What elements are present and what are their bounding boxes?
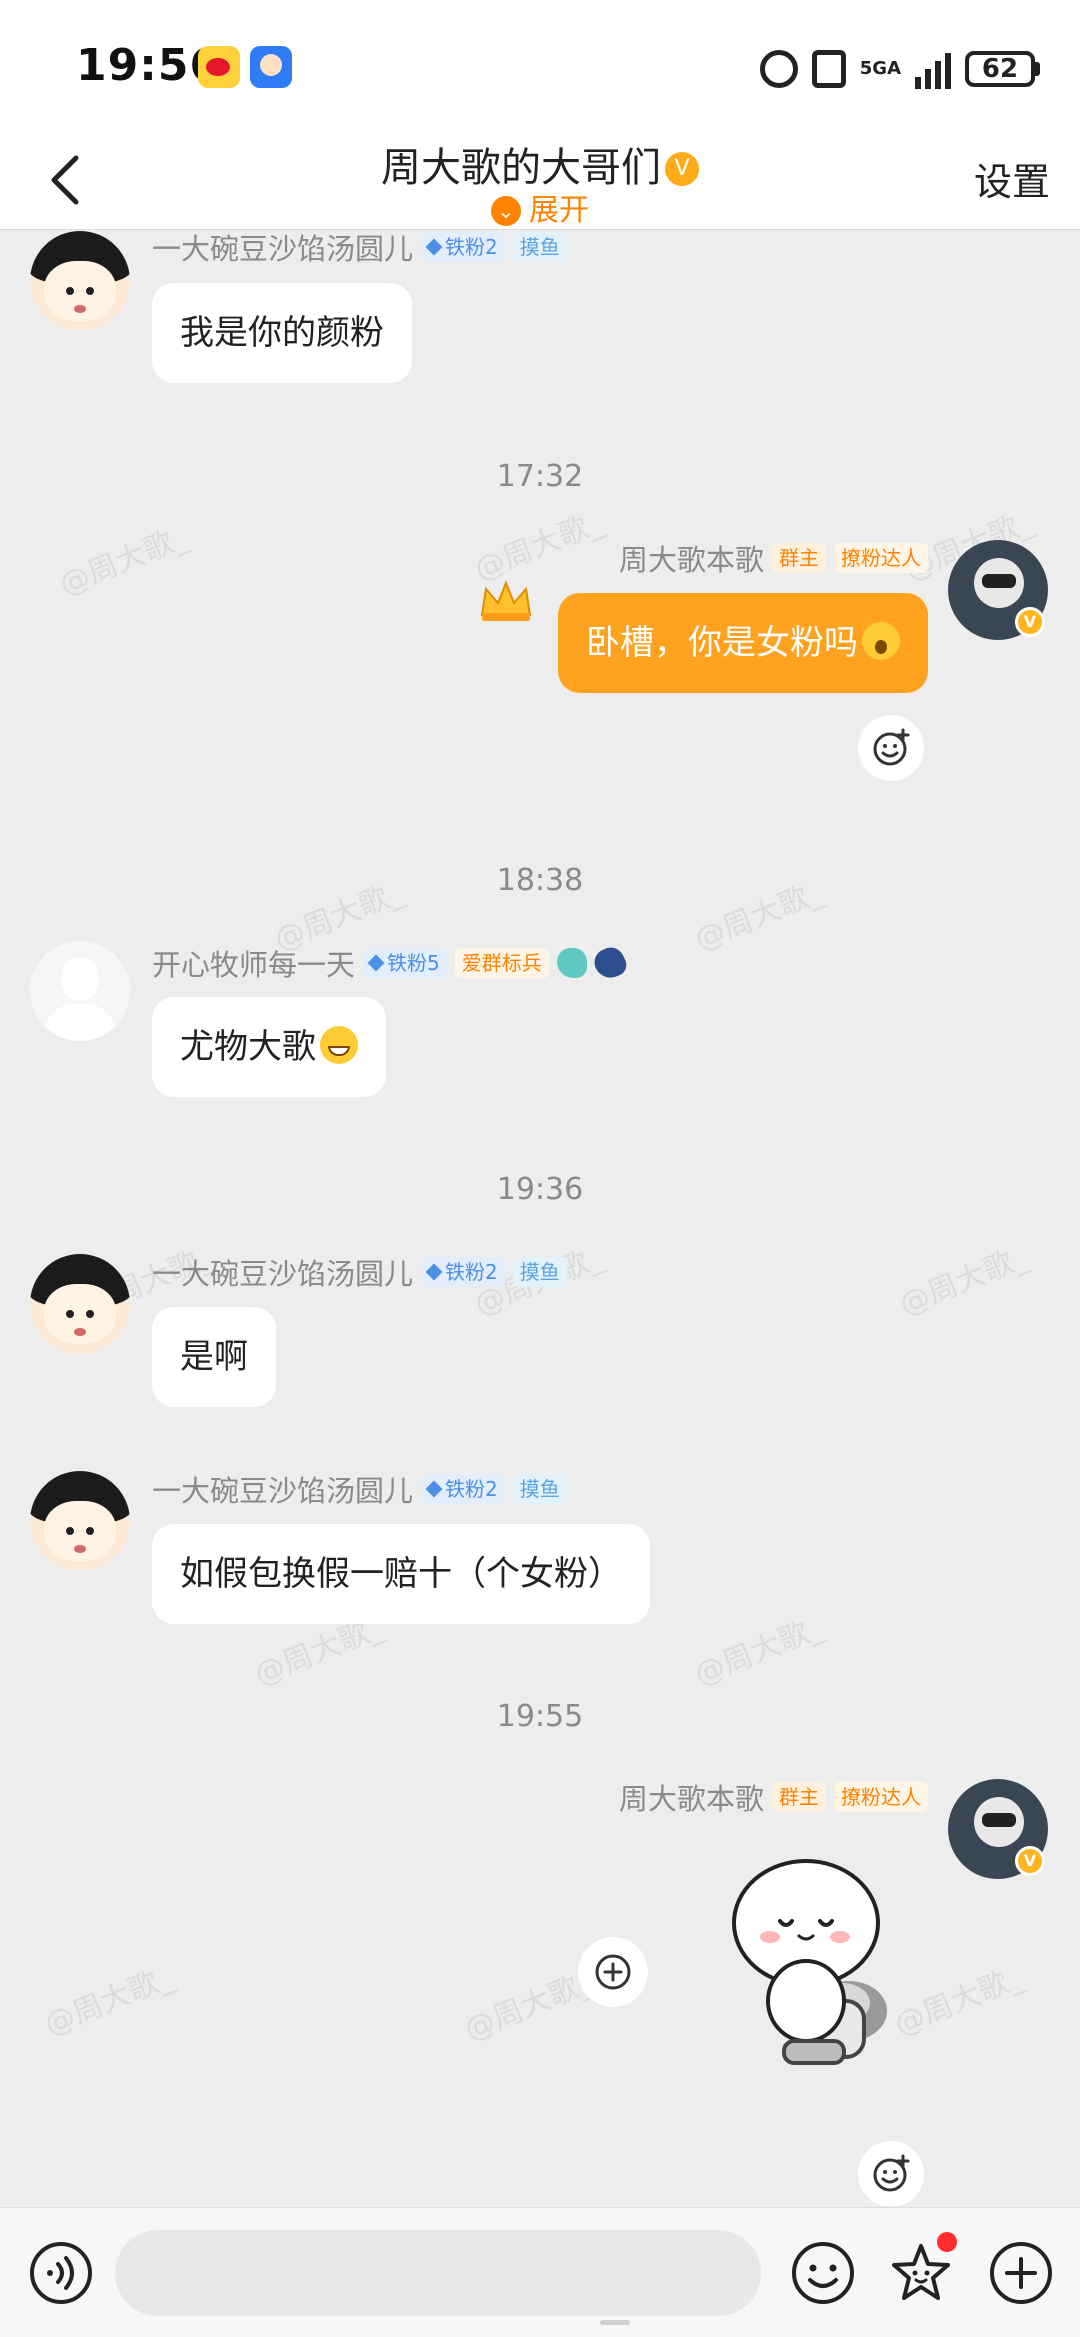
watermark: @周大歌_ [39, 1959, 178, 2043]
add-reaction-button[interactable] [858, 2141, 924, 2206]
battery-icon: 62 [965, 51, 1040, 87]
chat-message-list[interactable]: @周大歌_ @周大歌_ @周大歌_ @周大歌_ @周大歌_ @周大歌_ @周大歌… [0, 231, 1080, 2206]
emoji-button[interactable] [790, 2240, 856, 2306]
watermark: @周大歌_ [894, 1239, 1033, 1323]
avatar[interactable] [30, 231, 130, 331]
message-bubble[interactable]: 卧槽，你是女粉吗 [558, 593, 928, 693]
sender-name[interactable]: 周大歌本歌 [619, 1776, 764, 1818]
settings-button[interactable]: 设置 [974, 151, 1050, 206]
emoji-plus-icon [873, 728, 910, 766]
message-timestamp: 17:32 [496, 459, 584, 494]
sender-row: 周大歌本歌 群主 撩粉达人 [619, 538, 928, 578]
message-text: 卧槽，你是女粉吗 [586, 623, 858, 663]
sender-name[interactable]: 一大碗豆沙馅汤圆儿 [152, 1468, 413, 1510]
watermark: @周大歌_ [54, 519, 193, 603]
crown-icon [480, 580, 532, 621]
message-bubble[interactable]: 我是你的颜粉 [152, 283, 412, 383]
message-text: 尤物大歌 [180, 1027, 316, 1067]
sender-row: 周大歌本歌 群主 撩粉达人 [619, 1777, 928, 1817]
chat-header: 周大歌的大哥们 V ⌄ 展开 设置 [0, 135, 1080, 230]
avatar[interactable] [30, 1471, 130, 1571]
plus-circle-icon [990, 2242, 1052, 2304]
expand-button[interactable]: ⌄ 展开 [0, 185, 1080, 229]
group-owner-badge: 群主 [772, 543, 826, 573]
member-title-badge: 摸鱼 [512, 1257, 567, 1287]
member-title-badge: 摸鱼 [512, 1474, 567, 1504]
voice-button[interactable] [28, 2240, 94, 2306]
group-owner-badge: 群主 [772, 1782, 826, 1812]
watermark: @周大歌_ [889, 1959, 1028, 2043]
sender-name[interactable]: 一大碗豆沙馅汤圆儿 [152, 1251, 413, 1293]
plus-circle-icon [595, 1954, 631, 1990]
status-bar: 19:56 5GA 62 [0, 0, 1080, 135]
message-timestamp: 19:36 [496, 1172, 584, 1207]
hello-app-icon [250, 46, 292, 88]
verified-badge-icon: V [1015, 607, 1045, 637]
message-bubble[interactable]: 是啊 [152, 1307, 276, 1407]
watermark: @周大歌_ [689, 1609, 828, 1693]
verified-badge-icon: V [1015, 1846, 1045, 1876]
parrot-icon [556, 948, 587, 978]
add-reaction-button[interactable] [858, 715, 924, 781]
astonished-emoji-icon [862, 622, 900, 660]
vibrate-icon [811, 50, 846, 88]
fan-level-badge: 铁粉2 [421, 1257, 505, 1287]
sender-name[interactable]: 开心牧师每一天 [152, 942, 355, 984]
message-timestamp: 18:38 [496, 863, 584, 898]
member-title-badge: 撩粉达人 [834, 1782, 928, 1812]
message-bubble[interactable]: 如假包换假一赔十（个女粉） [152, 1524, 650, 1624]
alarm-icon [759, 50, 798, 88]
notification-dot [937, 2232, 957, 2252]
status-indicators: 5GA 62 [759, 44, 1040, 94]
grinning-emoji-icon [320, 1026, 358, 1064]
member-title-badge: 撩粉达人 [834, 543, 928, 573]
expand-label: 展开 [529, 193, 589, 228]
member-title-badge: 爱群标兵 [454, 948, 549, 978]
sender-name[interactable]: 一大碗豆沙馅汤圆儿 [152, 231, 413, 268]
message-timestamp: 19:55 [496, 1699, 584, 1734]
avatar[interactable] [30, 1254, 130, 1354]
emoji-plus-icon [873, 2154, 910, 2192]
watermark: @周大歌_ [469, 504, 608, 588]
battery-level: 62 [965, 51, 1035, 87]
sender-name[interactable]: 周大歌本歌 [619, 537, 764, 579]
more-button[interactable] [988, 2240, 1054, 2306]
network-label: 5GA [859, 58, 901, 79]
sender-row: 一大碗豆沙馅汤圆儿 铁粉2 摸鱼 [152, 1252, 567, 1292]
fan-level-badge: 铁粉2 [421, 232, 505, 262]
chevron-down-icon: ⌄ [491, 196, 521, 226]
sender-row: 开心牧师每一天 铁粉5 爱群标兵 [152, 942, 630, 984]
add-reaction-button[interactable] [578, 1937, 648, 2007]
message-input-bar [0, 2207, 1080, 2337]
message-bubble[interactable]: 尤物大歌 [152, 997, 386, 1097]
signal-icon [915, 49, 951, 89]
smile-icon [792, 2242, 854, 2304]
message-input[interactable] [115, 2230, 761, 2316]
sender-row: 一大碗豆沙馅汤圆儿 铁粉2 摸鱼 [152, 1469, 567, 1509]
fan-level-badge: 铁粉2 [421, 1474, 505, 1504]
avatar[interactable] [30, 941, 130, 1041]
member-title-badge: 摸鱼 [512, 232, 567, 262]
sender-row: 一大碗豆沙馅汤圆儿 铁粉2 摸鱼 [152, 231, 567, 267]
toilet-sticker[interactable] [724, 1851, 904, 2071]
weibo-app-icon [198, 46, 240, 88]
voice-icon [30, 2242, 92, 2304]
fan-level-badge: 铁粉5 [363, 948, 447, 978]
verified-badge-icon: V [665, 152, 699, 186]
bird-icon [589, 943, 630, 983]
home-indicator [600, 2320, 630, 2325]
